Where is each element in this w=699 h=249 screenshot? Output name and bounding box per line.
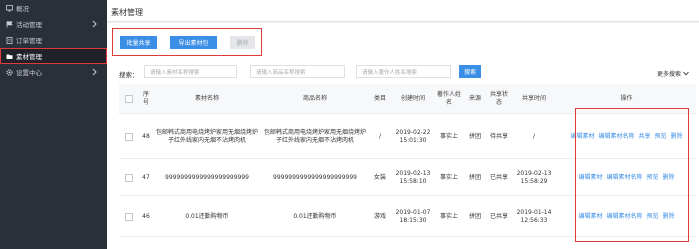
row-created-time: 2019-01-07 18:15:30 [395,208,431,224]
table-row: 47 9999999999999999999999 99999999999999… [119,160,696,196]
header-product-name: 商品名称 [302,94,327,102]
document-icon [6,36,13,44]
table-header: 序号 素材名称 商品名称 类目 创建时间 著作人姓名 来源 共享状态 共享时间 … [119,84,696,114]
header-source: 来源 [468,94,481,102]
row-category: 女装 [373,173,386,181]
more-search-label: 更多搜索 [657,71,682,78]
row-material-name: 9999999999999999999999 [165,173,249,181]
header-share-status: 共享状态 [489,90,508,106]
delete-link[interactable]: 删除 [663,213,675,221]
row-share-status: 待共享 [489,132,508,140]
delete-link[interactable]: 删除 [663,174,675,182]
row-select-cell [119,197,139,236]
chevron-right-icon [92,68,97,76]
table-row: 46 0.01还勤购物币 0.01还勤购物币 游戏 2019-01-07 18:… [119,197,696,237]
edit-material-link[interactable]: 编辑素材 [570,133,594,141]
row-select-cell [119,115,139,158]
row-created-time: 2019-02-13 15:58:10 [395,169,431,185]
row-share-status: 已共享 [489,173,508,181]
delete-button[interactable]: 删除 [230,36,255,49]
edit-material-link[interactable]: 编辑素材 [578,174,602,182]
toolbar-group: 批量共享 导出素材包 删除 [112,28,262,56]
monitor-icon [6,4,13,12]
flag-icon [6,20,13,28]
sidebar-item-materials[interactable]: 素材管理 [0,48,107,64]
row-checkbox[interactable] [125,173,133,182]
sidebar-item-label: 订单管理 [16,37,42,45]
row-material-name: 包邮韩式商用电烧烤炉家用无烟烧烤炉子红外线家内无烟不沾烤肉机 [155,128,258,144]
select-all-cell [119,84,139,113]
row-source: 拼团 [468,173,481,181]
sidebar-item-label: 概况 [16,5,29,13]
table-row: 48 包邮韩式商用电烧烤炉家用无烟烧烤炉子红外线家内无烟不沾烤肉机 包邮韩式商用… [119,115,696,159]
header-created-time: 创建时间 [400,94,425,102]
row-index: 46 [142,212,150,220]
row-product-name: 包邮韩式商用电烧烤炉家用无烟烧烤炉子红外线家内无烟不沾烤肉机 [263,128,366,144]
sidebar-item-label: 设置中心 [16,69,42,77]
sidebar-item-label: 素材管理 [16,53,42,61]
preview-link[interactable]: 预览 [647,213,659,221]
edit-material-link[interactable]: 编辑素材 [578,213,602,221]
header-index: 序号 [142,90,149,106]
select-all-checkbox[interactable] [125,94,133,103]
row-index: 48 [142,132,150,140]
row-actions: 编辑素材 编辑素材名称 预览 删除 [557,160,696,195]
folder-icon [6,53,13,60]
header-category: 类目 [373,94,386,102]
row-share-time: 2019-01-14 12:56:33 [516,208,552,224]
product-name-search-input[interactable]: 请输入商品名称搜索 [250,65,345,78]
row-share-status: 已共享 [489,212,508,220]
row-category: 游戏 [373,212,386,220]
search-label: 搜索： [119,71,139,79]
export-package-button[interactable]: 导出素材包 [170,36,217,49]
delete-link[interactable]: 删除 [671,133,683,141]
page-title: 素材管理 [111,8,143,17]
share-link[interactable]: 共享 [638,133,650,141]
edit-material-name-link[interactable]: 编辑素材名称 [606,213,642,221]
row-author: 事实上 [439,132,458,140]
row-checkbox[interactable] [125,212,133,221]
search-button[interactable]: 搜索 [459,65,481,78]
row-product-name: 9999999999999999999999 [273,173,357,181]
edit-material-name-link[interactable]: 编辑素材名称 [606,174,642,182]
row-author: 事实上 [439,173,458,181]
sidebar: 概况 活动管理 订单管理 素材管理 设置中心 [0,0,107,249]
row-source: 拼团 [468,212,481,220]
row-select-cell [119,160,139,195]
top-bar: 素材管理 [107,0,699,22]
row-source: 拼团 [468,132,481,140]
sidebar-item-overview[interactable]: 概况 [0,0,107,16]
preview-link[interactable]: 预览 [655,133,667,141]
row-share-time: 2019-02-13 15:58:29 [516,169,552,185]
row-checkbox[interactable] [125,132,133,141]
row-share-time: / [532,132,536,140]
edit-material-name-link[interactable]: 编辑素材名称 [598,133,634,141]
header-author-name: 著作人姓名 [437,90,462,106]
author-name-search-input[interactable]: 请输入著作人姓名搜索 [356,65,451,78]
row-author: 事实上 [439,212,458,220]
header-share-time: 共享时间 [521,94,546,102]
preview-link[interactable]: 预览 [647,174,659,182]
row-index: 47 [142,173,150,181]
material-name-search-input[interactable]: 请输入素材名称搜索 [144,65,237,78]
row-actions: 编辑素材 编辑素材名称 预览 删除 [557,197,696,236]
main-content: 素材管理 批量共享 导出素材包 删除 搜索： 请输入素材名称搜索 请输入商品名称… [107,0,699,249]
sidebar-item-label: 活动管理 [16,21,42,29]
sidebar-item-settings[interactable]: 设置中心 [0,64,107,80]
sidebar-item-orders[interactable]: 订单管理 [0,32,107,48]
chevron-right-icon [92,20,97,28]
batch-share-button[interactable]: 批量共享 [120,36,157,49]
header-material-name: 素材名称 [194,94,219,102]
row-actions: 编辑素材 编辑素材名称 共享 预览 删除 [557,115,696,158]
sidebar-item-activity[interactable]: 活动管理 [0,16,107,32]
gear-icon [6,68,13,76]
chevron-down-icon [683,71,689,78]
row-created-time: 2019-02-22 15:01:30 [395,128,431,144]
row-category: / [378,132,382,140]
more-search-toggle[interactable]: 更多搜索 [657,69,689,78]
row-product-name: 0.01还勤购物币 [293,212,337,220]
header-actions: 操作 [620,94,633,102]
row-material-name: 0.01还勤购物币 [185,212,229,220]
